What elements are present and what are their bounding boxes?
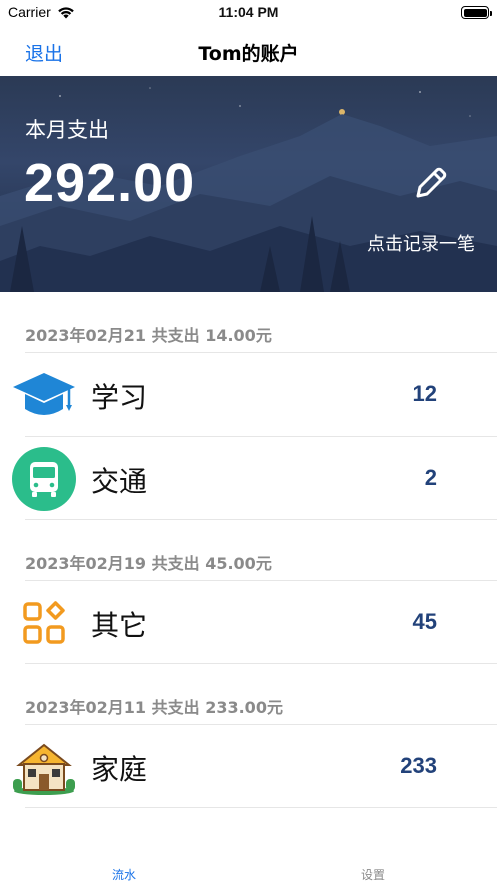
expense-category-label: 家庭 [91,753,148,786]
add-record-button[interactable]: 点击记录一笔 [367,230,475,256]
day-group-summary: 2023年02月19 共支出 45.00元 [25,554,272,573]
expense-amount: 233 [400,753,437,778]
monthly-summary-banner[interactable]: 本月支出 292.00 点击记录一笔 [0,76,497,292]
day-group: 2023年02月21 共支出 14.00元 学习 12 交通 2 [0,292,497,520]
expense-row-family[interactable]: 家庭 233 [13,724,497,808]
tab-bar: 流水 设置 [0,850,497,883]
expense-row-study[interactable]: 学习 12 [13,352,497,436]
bus-icon [11,447,77,511]
expense-amount: 45 [412,609,437,634]
tab-transactions[interactable]: 流水 [112,866,136,883]
monthly-expense-label: 本月支出 [25,118,109,142]
expense-amount: 12 [412,381,437,406]
expense-row-transport[interactable]: 交通 2 [12,436,497,520]
expense-category-label: 交通 [91,465,148,498]
day-group: 2023年02月11 共支出 233.00元 家庭 233 [0,664,497,808]
pencil-icon[interactable] [410,162,452,204]
grid-icon [11,591,77,655]
day-group-header: 2023年02月11 共支出 233.00元 [0,664,497,724]
house-icon [11,735,77,799]
battery-icon [461,6,492,19]
day-group-header: 2023年02月21 共支出 14.00元 [0,292,497,352]
day-group: 2023年02月19 共支出 45.00元 其它 45 [0,520,497,664]
expense-category-label: 学习 [91,381,148,414]
expense-amount: 2 [424,465,437,490]
expense-row-other[interactable]: 其它 45 [23,580,497,664]
graduation-cap-icon [11,363,77,427]
monthly-expense-amount: 292.00 [24,153,196,213]
tab-settings[interactable]: 设置 [361,866,385,883]
nav-bar: 退出 Tom的账户 [0,26,497,76]
day-group-header: 2023年02月19 共支出 45.00元 [0,520,497,580]
page-title: Tom的账户 [198,43,299,65]
expense-list: 2023年02月21 共支出 14.00元 学习 12 交通 2 2023年02… [0,292,497,808]
day-group-summary: 2023年02月21 共支出 14.00元 [25,326,272,345]
day-group-summary: 2023年02月11 共支出 233.00元 [25,698,283,717]
clock: 11:04 PM [218,4,279,20]
expense-category-label: 其它 [91,609,148,642]
status-bar: Carrier 11:04 PM [0,0,497,26]
